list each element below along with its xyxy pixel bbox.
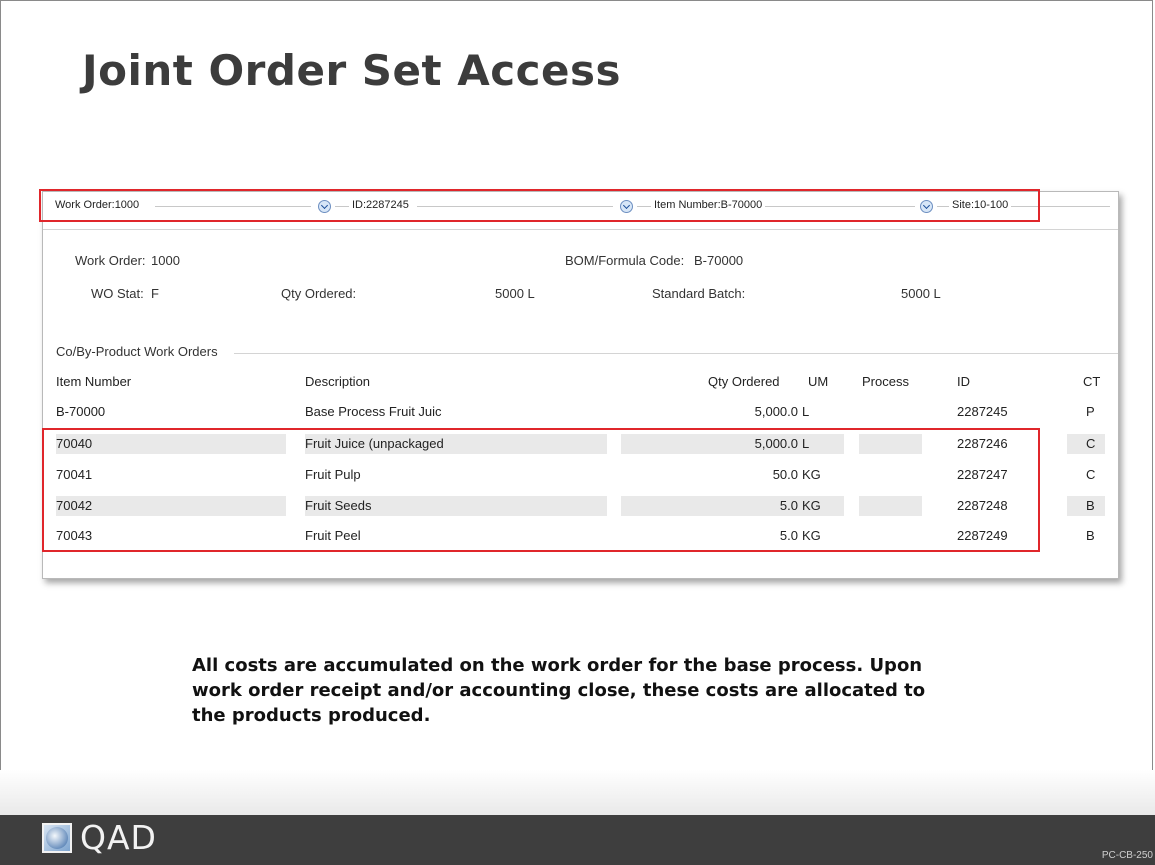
- id-cell: 2287245: [957, 404, 1008, 419]
- qty-ordered-label: Qty Ordered:: [281, 286, 357, 301]
- work-order-label: Work Order:: [75, 253, 146, 268]
- ct-cell: P: [1086, 404, 1095, 419]
- section-label: Co/By-Product Work Orders: [56, 344, 218, 359]
- item-number-cell: B-70000: [56, 404, 106, 419]
- slide-title: Joint Order Set Access: [82, 46, 621, 95]
- qad-logo-icon: [42, 823, 72, 853]
- bom-label: BOM/Formula Code:: [565, 253, 685, 268]
- body-text: All costs are accumulated on the work or…: [192, 655, 926, 726]
- qty-cell: 5,000.0: [754, 404, 798, 419]
- footer-fade: [0, 770, 1155, 815]
- bom-value: B-70000: [694, 253, 744, 268]
- brand-logo-text: QAD: [80, 818, 157, 857]
- column-header-item-number[interactable]: Item Number: [56, 374, 131, 389]
- column-header-um[interactable]: UM: [808, 374, 828, 389]
- wo-stat-value: F: [151, 286, 159, 301]
- work-order-value: 1000: [151, 253, 180, 268]
- ct-cell: B: [1086, 498, 1095, 513]
- um-cell: L: [802, 404, 810, 419]
- standard-batch-value: 5000 L: [901, 286, 941, 301]
- description-cell: Base Process Fruit Juic: [305, 404, 442, 419]
- slide-code: PC-CB-250: [1101, 850, 1153, 861]
- ct-cell: C: [1086, 436, 1096, 451]
- qty-ordered-value: 5000 L: [495, 286, 535, 301]
- wo-stat-label: WO Stat:: [91, 286, 144, 301]
- column-header-ct[interactable]: CT: [1083, 374, 1100, 389]
- divider: [234, 353, 1118, 354]
- highlight-box-fields: [39, 189, 1040, 222]
- column-header-process[interactable]: Process: [862, 374, 909, 389]
- column-header-qty-ordered[interactable]: Qty Ordered: [708, 374, 780, 389]
- column-header-id[interactable]: ID: [957, 374, 970, 389]
- ct-cell: B: [1086, 528, 1095, 543]
- highlight-box-rows: [42, 428, 1040, 552]
- footer-bar: [0, 815, 1155, 865]
- ct-cell: C: [1086, 467, 1096, 482]
- standard-batch-label: Standard Batch:: [652, 286, 746, 301]
- divider: [43, 229, 1118, 230]
- column-header-description[interactable]: Description: [305, 374, 370, 389]
